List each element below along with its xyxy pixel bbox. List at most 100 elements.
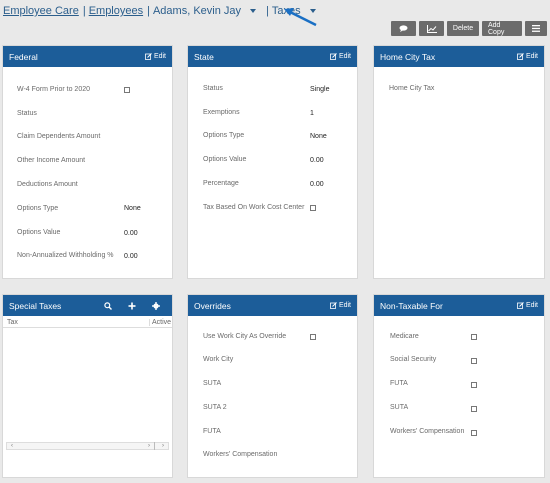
- work-city-label: Work City: [203, 356, 234, 363]
- state-header: State Edit: [188, 46, 357, 67]
- chart-button[interactable]: [419, 21, 444, 36]
- social-security-checkbox[interactable]: [471, 358, 477, 364]
- breadcrumb-employee-name[interactable]: Adams, Kevin Jay: [153, 5, 241, 17]
- exemptions-label: Exemptions: [203, 109, 240, 116]
- special-taxes-tools: [104, 301, 160, 310]
- home-city-header: Home City Tax Edit: [374, 46, 544, 67]
- overrides-edit-button[interactable]: Edit: [330, 302, 351, 309]
- suta2-label: SUTA 2: [203, 404, 227, 411]
- deductions-label: Deductions Amount: [17, 181, 78, 188]
- nt-suta-label: SUTA: [390, 404, 409, 411]
- exemptions-value: 1: [310, 110, 314, 117]
- edit-icon: [517, 302, 524, 309]
- edit-label: Edit: [338, 302, 351, 309]
- w4-label: W-4 Form Prior to 2020: [17, 86, 91, 93]
- non-taxable-edit-button[interactable]: Edit: [517, 302, 538, 309]
- edit-label: Edit: [338, 53, 351, 60]
- claim-dependents-label: Claim Dependents Amount: [17, 133, 101, 140]
- federal-header: Federal Edit: [3, 46, 172, 67]
- breadcrumb-employee-care[interactable]: Employee Care: [3, 5, 79, 17]
- suta-label: SUTA: [203, 380, 222, 387]
- horizontal-scrollbar[interactable]: ‹ › ›: [6, 442, 169, 450]
- federal-options-value-label: Options Value: [17, 229, 61, 236]
- comment-icon: [399, 25, 408, 32]
- nt-futa-label: FUTA: [390, 380, 408, 387]
- search-icon[interactable]: [104, 301, 112, 310]
- home-city-label: Home City Tax: [389, 85, 435, 92]
- edit-icon: [517, 53, 524, 60]
- tax-based-checkbox[interactable]: [310, 205, 316, 211]
- scroll-left-icon[interactable]: ‹: [11, 443, 13, 449]
- federal-panel: Federal Edit W-4 Form Prior to 2020 Stat…: [2, 45, 173, 279]
- scroll-divider: [154, 442, 155, 450]
- state-options-value-label: Options Value: [203, 156, 247, 163]
- comment-button[interactable]: [391, 21, 416, 36]
- breadcrumb-separator: |: [266, 5, 269, 17]
- special-taxes-grid-header: Tax Active: [3, 316, 172, 328]
- breadcrumb-separator: |: [82, 5, 86, 17]
- state-status-value: Single: [310, 86, 330, 93]
- nt-workers-comp-checkbox[interactable]: [471, 430, 477, 436]
- home-city-edit-button[interactable]: Edit: [517, 53, 538, 60]
- non-taxable-header: Non-Taxable For Edit: [374, 295, 544, 316]
- percentage-value: 0.00: [310, 181, 324, 188]
- edit-icon: [145, 53, 152, 60]
- column-header-tax[interactable]: Tax: [7, 319, 18, 326]
- breadcrumb-separator: |: [147, 5, 150, 17]
- edit-label: Edit: [525, 53, 538, 60]
- state-options-type-value: None: [310, 133, 327, 140]
- overrides-title: Overrides: [194, 300, 231, 311]
- breadcrumb-employees[interactable]: Employees: [89, 5, 143, 17]
- nt-futa-checkbox[interactable]: [471, 382, 477, 388]
- menu-button[interactable]: [525, 21, 547, 36]
- federal-options-type-value: None: [124, 205, 141, 212]
- nt-suta-checkbox[interactable]: [471, 406, 477, 412]
- breadcrumb: Employee Care | Employees | Adams, Kevin…: [3, 3, 322, 19]
- gear-icon[interactable]: [152, 301, 160, 310]
- medicare-label: Medicare: [390, 333, 419, 340]
- medicare-checkbox[interactable]: [471, 334, 477, 340]
- non-taxable-panel: Non-Taxable For Edit Medicare Social Sec…: [373, 294, 545, 478]
- state-edit-button[interactable]: Edit: [330, 53, 351, 60]
- state-options-type-label: Options Type: [203, 132, 245, 139]
- federal-edit-button[interactable]: Edit: [145, 53, 166, 60]
- home-city-panel: Home City Tax Edit Home City Tax: [373, 45, 545, 279]
- federal-title: Federal: [9, 51, 38, 62]
- delete-button[interactable]: Delete: [447, 21, 479, 36]
- federal-options-value-value: 0.00: [124, 230, 138, 237]
- futa-label: FUTA: [203, 428, 221, 435]
- state-options-value-value: 0.00: [310, 157, 324, 164]
- state-title: State: [194, 51, 214, 62]
- non-taxable-title: Non-Taxable For: [380, 300, 443, 311]
- menu-icon: [532, 25, 540, 32]
- use-work-city-checkbox[interactable]: [310, 334, 316, 340]
- edit-icon: [330, 302, 337, 309]
- add-copy-button[interactable]: Add Copy: [482, 21, 522, 36]
- add-icon[interactable]: [128, 302, 136, 310]
- chart-icon: [426, 24, 437, 33]
- special-taxes-header: Special Taxes: [3, 295, 172, 316]
- employee-dropdown-icon[interactable]: [250, 9, 257, 13]
- annotation-arrow-icon: [284, 8, 317, 27]
- workers-comp-label: Workers' Compensation: [203, 451, 278, 458]
- use-work-city-label: Use Work City As Override: [203, 333, 287, 340]
- non-annualized-value: 0.00: [124, 253, 138, 260]
- overrides-header: Overrides Edit: [188, 295, 357, 316]
- edit-icon: [330, 53, 337, 60]
- scroll-end-icon[interactable]: ›: [162, 443, 164, 449]
- other-income-label: Other Income Amount: [17, 157, 86, 164]
- edit-label: Edit: [153, 53, 166, 60]
- column-header-active[interactable]: Active: [149, 319, 171, 326]
- percentage-label: Percentage: [203, 180, 239, 187]
- scroll-right-icon[interactable]: ›: [148, 443, 150, 449]
- tax-based-label: Tax Based On Work Cost Center: [203, 204, 305, 211]
- special-taxes-panel: Special Taxes Tax Active ‹ › ›: [2, 294, 173, 478]
- w4-checkbox[interactable]: [124, 87, 130, 93]
- toolbar: Delete Add Copy: [391, 21, 547, 36]
- social-security-label: Social Security: [390, 356, 437, 363]
- edit-label: Edit: [525, 302, 538, 309]
- non-annualized-label: Non-Annualized Withholding %: [17, 252, 114, 259]
- federal-options-type-label: Options Type: [17, 205, 59, 212]
- state-panel: State Edit Status Single Exemptions 1 Op…: [187, 45, 358, 279]
- overrides-panel: Overrides Edit Use Work City As Override…: [187, 294, 358, 478]
